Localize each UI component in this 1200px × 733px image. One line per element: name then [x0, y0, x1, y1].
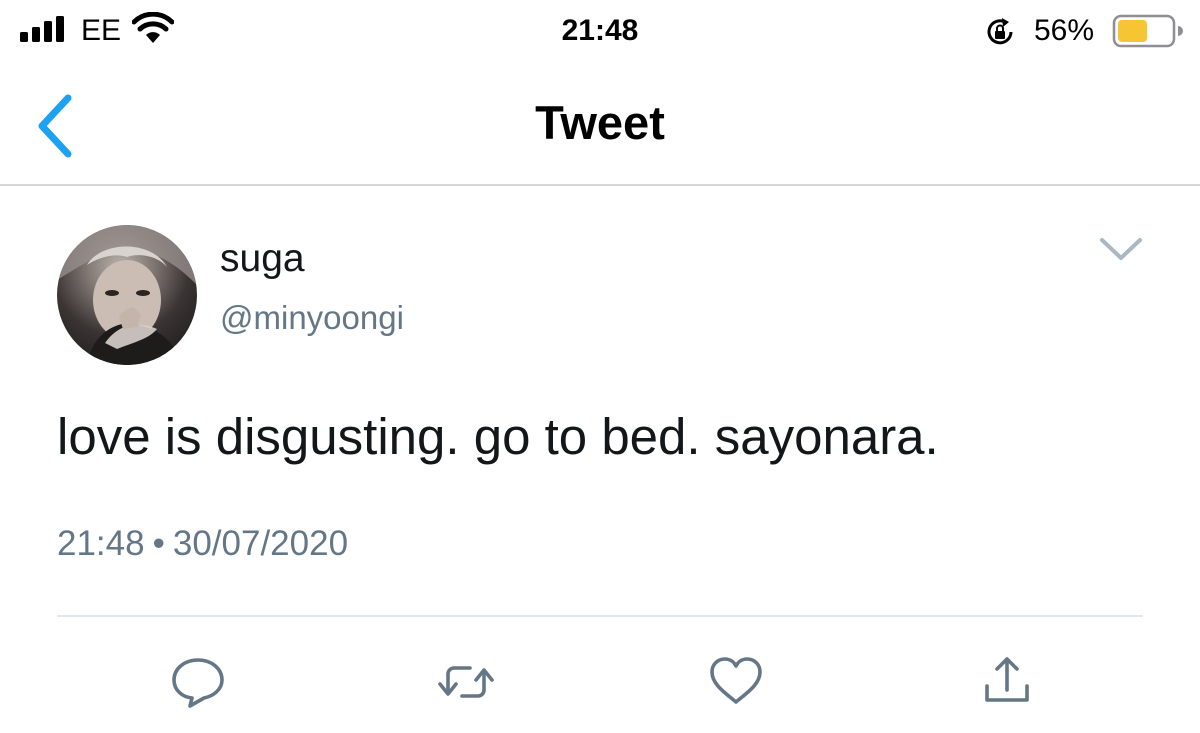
share-icon [985, 657, 1029, 702]
avatar-photo [57, 225, 197, 365]
retweet-icon [438, 666, 494, 698]
tweet-date: 30/07/2020 [172, 524, 349, 563]
display-name[interactable]: suga [220, 236, 305, 282]
reply-icon [172, 658, 224, 708]
tweet-menu-button[interactable] [1098, 232, 1144, 266]
like-icon [710, 657, 762, 704]
tweet-timestamp: 21:48 • 30/07/2020 [57, 522, 348, 566]
share-button[interactable] [977, 652, 1037, 712]
retweet-button[interactable] [436, 652, 496, 712]
like-button[interactable] [706, 652, 766, 712]
battery-percent: 56% [1034, 14, 1095, 47]
page-title: Tweet [535, 96, 665, 149]
tweet-time: 21:48 [57, 524, 145, 563]
timestamp-separator: • [152, 524, 165, 563]
status-bar: EE 21:48 56% [0, 0, 1200, 64]
battery-icon [1112, 14, 1183, 48]
divider [57, 615, 1143, 617]
reply-button[interactable] [168, 652, 228, 712]
status-time: 21:48 [561, 14, 639, 47]
nav-bar: Tweet [0, 64, 1200, 186]
user-handle[interactable]: @minyoongi [220, 298, 404, 338]
rotation-lock-icon [987, 18, 1013, 45]
chevron-down-icon [1100, 238, 1142, 260]
tweet-text: love is disgusting. go to bed. sayonara. [57, 408, 939, 465]
avatar[interactable] [57, 225, 197, 365]
